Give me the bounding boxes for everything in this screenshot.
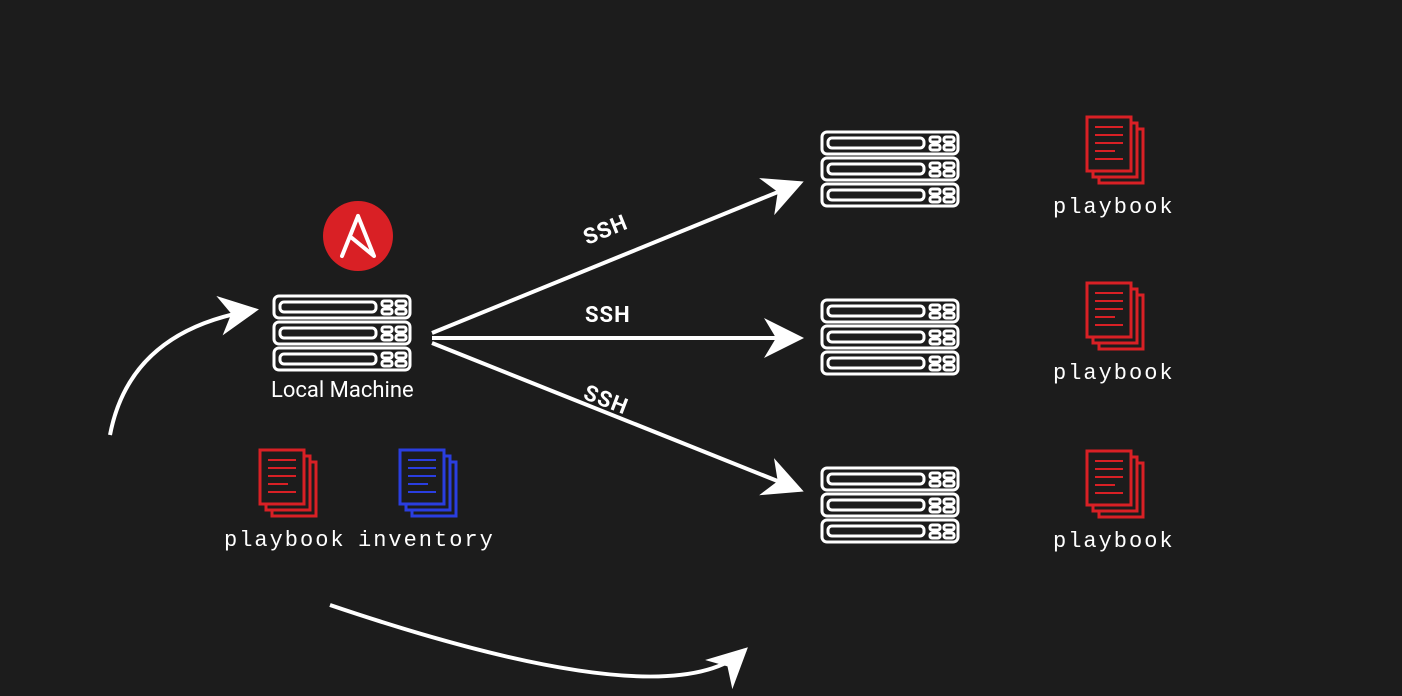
arrows-layer <box>0 0 1402 696</box>
local-inventory-label: inventory <box>358 528 495 553</box>
remote-server-2-icon <box>820 298 960 376</box>
local-machine-server-icon <box>272 294 412 372</box>
remote-server-3-icon <box>820 466 960 544</box>
local-machine-label: Local Machine <box>271 378 414 403</box>
remote-playbook-1-icon <box>1085 115 1147 187</box>
arrow-bottom-sweep <box>330 605 745 676</box>
remote-server-1-icon <box>820 130 960 208</box>
arrow-incoming-left <box>110 310 255 435</box>
local-playbook-icon <box>258 448 320 520</box>
remote-playbook-2-icon <box>1085 281 1147 353</box>
remote-playbook-1-label: playbook <box>1053 195 1175 220</box>
ansible-a-icon <box>338 214 378 258</box>
remote-playbook-3-label: playbook <box>1053 529 1175 554</box>
remote-playbook-2-label: playbook <box>1053 361 1175 386</box>
ansible-logo <box>323 201 393 271</box>
remote-playbook-3-icon <box>1085 449 1147 521</box>
local-playbook-label: playbook <box>224 528 346 553</box>
local-inventory-icon <box>398 448 460 520</box>
ssh-label-2: SSH <box>585 303 631 328</box>
